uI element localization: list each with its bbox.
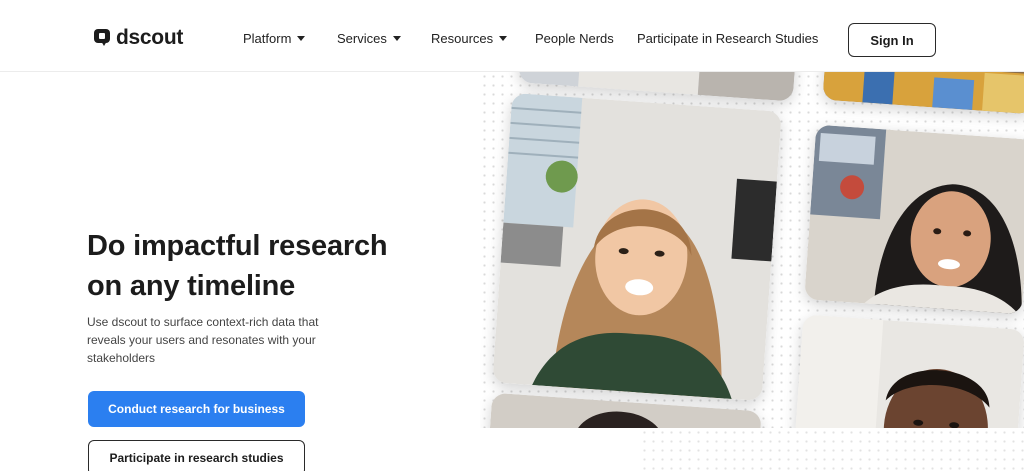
sign-in-button[interactable]: Sign In	[848, 23, 936, 57]
hero-subtitle: Use dscout to surface context-rich data …	[87, 315, 319, 365]
hero-title-line-2: on any timeline	[87, 270, 296, 302]
participant-photo-bottom-right	[793, 314, 1024, 428]
participant-photo-right	[804, 124, 1024, 315]
nav-item-participate[interactable]: Participate in Research Studies	[637, 31, 818, 46]
dot-pattern-bottom	[640, 428, 1024, 471]
nav-item-label: Participate in Research Studies	[637, 31, 819, 46]
nav-item-platform[interactable]: Platform	[243, 31, 306, 46]
brand-name: dscout	[116, 26, 184, 49]
nav-item-services[interactable]: Services	[337, 31, 401, 46]
nav-item-label: Services	[337, 31, 387, 46]
dscout-logo[interactable]: dscout	[94, 26, 183, 50]
site-header: dscout Platform Services Resources Peopl…	[0, 0, 1024, 72]
conduct-research-button[interactable]: Conduct research for business	[88, 391, 305, 427]
nav-item-resources[interactable]: Resources	[431, 31, 508, 46]
chevron-down-icon	[297, 36, 306, 41]
nav-item-label: People Nerds	[535, 31, 614, 46]
hero-title-line-1: Do impactful research	[87, 230, 388, 262]
nav-item-label: Resources	[431, 31, 494, 46]
hero-title: Do impactful research on any timeline	[87, 226, 427, 306]
hero-photo-collage	[480, 72, 1024, 428]
dscout-logo-icon	[94, 29, 110, 47]
nav-item-people-nerds[interactable]: People Nerds	[535, 31, 614, 46]
participant-photo-main	[492, 92, 782, 402]
participate-studies-button[interactable]: Participate in research studies	[88, 440, 305, 471]
nav-item-label: Platform	[243, 31, 292, 46]
chevron-down-icon	[499, 36, 508, 41]
chevron-down-icon	[392, 36, 401, 41]
